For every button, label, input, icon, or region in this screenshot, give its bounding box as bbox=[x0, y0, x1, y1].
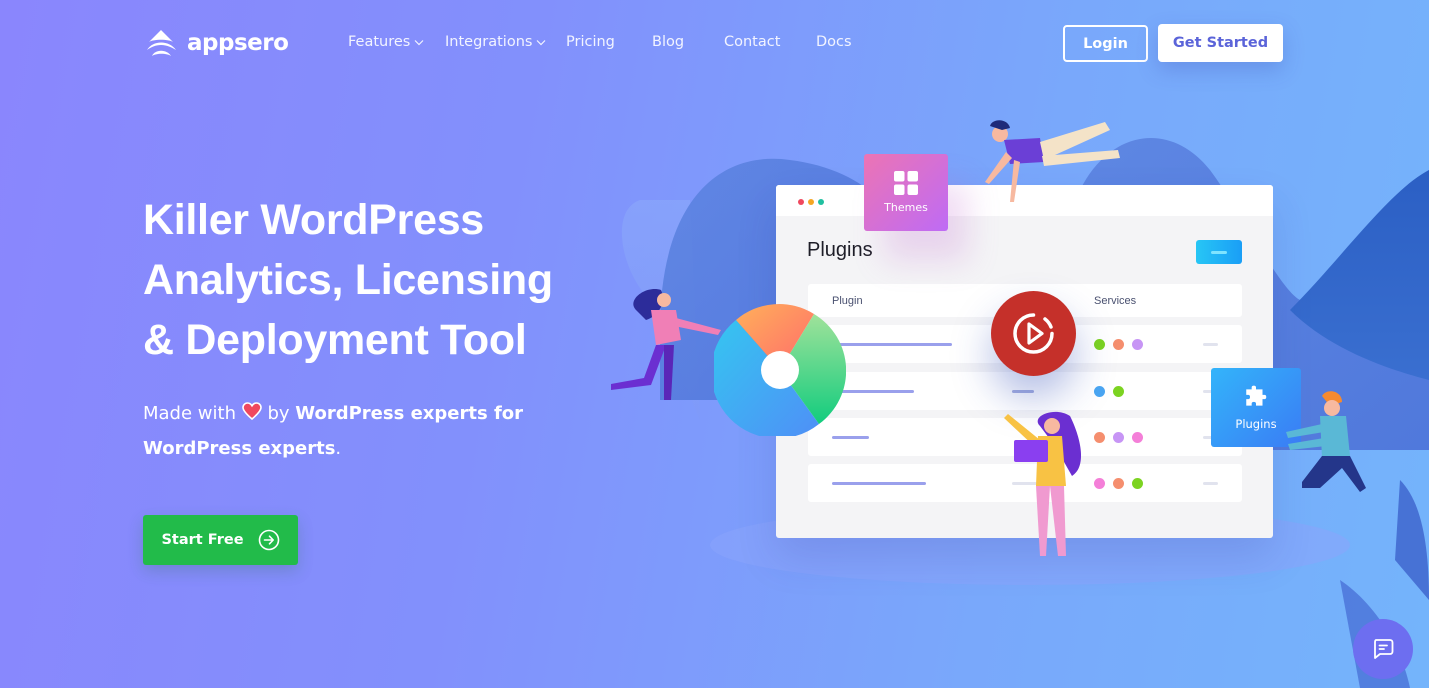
row-dash bbox=[1012, 390, 1034, 393]
character-woman-pushing bbox=[611, 289, 721, 400]
hero-title-line: & Deployment Tool bbox=[143, 316, 527, 364]
window-action-button bbox=[1196, 240, 1242, 264]
table-row bbox=[808, 372, 1242, 410]
row-dash bbox=[1203, 482, 1218, 485]
window-dot-yellow bbox=[808, 199, 814, 205]
themes-card: Themes bbox=[864, 154, 948, 231]
nav-contact[interactable]: Contact bbox=[724, 34, 816, 50]
nav-blog-label: Blog bbox=[652, 34, 685, 50]
service-dot bbox=[1094, 386, 1105, 397]
chat-widget-button[interactable] bbox=[1353, 619, 1413, 679]
brand-name: appsero bbox=[187, 30, 289, 56]
themes-card-label: Themes bbox=[884, 201, 928, 214]
service-dot bbox=[1094, 339, 1105, 350]
hero-title-line: Killer WordPress bbox=[143, 196, 484, 244]
nav-pricing[interactable]: Pricing bbox=[566, 34, 652, 50]
row-bar bbox=[832, 436, 869, 439]
chat-bubble-icon bbox=[1374, 639, 1394, 659]
nav-blog[interactable]: Blog bbox=[652, 34, 724, 50]
column-header-services: Services bbox=[1094, 295, 1137, 307]
row-dash bbox=[1203, 343, 1218, 346]
character-man-flying bbox=[985, 120, 1120, 202]
login-button[interactable]: Login bbox=[1063, 25, 1148, 62]
nav-integrations-label: Integrations bbox=[445, 34, 533, 50]
get-started-button[interactable]: Get Started bbox=[1158, 24, 1283, 62]
subtitle-period: . bbox=[335, 438, 342, 459]
service-dot bbox=[1113, 339, 1124, 350]
hero-title-line: Analytics, Licensing bbox=[143, 256, 553, 304]
hero-subtitle: Made with by WordPress experts for WordP… bbox=[143, 396, 563, 466]
nav-docs[interactable]: Docs bbox=[816, 34, 852, 50]
subtitle-made-with: Made with bbox=[143, 403, 236, 424]
window-title: Plugins bbox=[807, 239, 873, 261]
chevron-down-icon bbox=[414, 39, 424, 45]
nav-features[interactable]: Features bbox=[348, 34, 445, 50]
background-mountain-far-right bbox=[1290, 170, 1429, 380]
service-dot bbox=[1113, 386, 1124, 397]
puzzle-piece-icon bbox=[1246, 385, 1267, 406]
nav-integrations[interactable]: Integrations bbox=[445, 34, 566, 50]
service-dot bbox=[1132, 478, 1143, 489]
arrow-right-circle-icon bbox=[258, 529, 279, 551]
play-video-badge[interactable] bbox=[991, 291, 1076, 376]
service-dot bbox=[1132, 339, 1143, 350]
subtitle-bold: WordPress experts for bbox=[295, 403, 524, 424]
nav-pricing-label: Pricing bbox=[566, 34, 615, 50]
play-icon bbox=[1013, 313, 1054, 354]
character-man-kneeling bbox=[1286, 391, 1366, 492]
hero-title: Killer WordPress Analytics, Licensing & … bbox=[143, 190, 613, 370]
window-dot-green bbox=[818, 199, 824, 205]
heart-icon bbox=[241, 402, 262, 420]
chevron-down-icon bbox=[537, 39, 546, 45]
nav-contact-label: Contact bbox=[724, 34, 781, 50]
leaf-decoration bbox=[1395, 480, 1429, 600]
start-free-label: Start Free bbox=[161, 532, 244, 548]
appsero-logo-icon bbox=[147, 30, 176, 56]
start-free-button[interactable]: Start Free bbox=[143, 515, 298, 565]
character-woman-laptop bbox=[1004, 411, 1082, 556]
row-bar bbox=[832, 343, 952, 346]
nav-features-label: Features bbox=[348, 34, 411, 50]
subtitle-bold: WordPress experts bbox=[143, 438, 336, 459]
brand-logo[interactable]: appsero bbox=[143, 28, 289, 58]
subtitle-by: by bbox=[267, 403, 290, 424]
service-dot bbox=[1113, 432, 1124, 443]
grid-icon bbox=[894, 171, 918, 195]
nav-docs-label: Docs bbox=[816, 34, 852, 50]
service-dot bbox=[1132, 432, 1143, 443]
service-dot bbox=[1094, 478, 1105, 489]
main-nav: Features Integrations Pricing Blog Conta… bbox=[348, 34, 852, 50]
row-bar bbox=[832, 482, 926, 485]
service-dot bbox=[1113, 478, 1124, 489]
window-dot-red bbox=[798, 199, 804, 205]
service-dot bbox=[1094, 432, 1105, 443]
